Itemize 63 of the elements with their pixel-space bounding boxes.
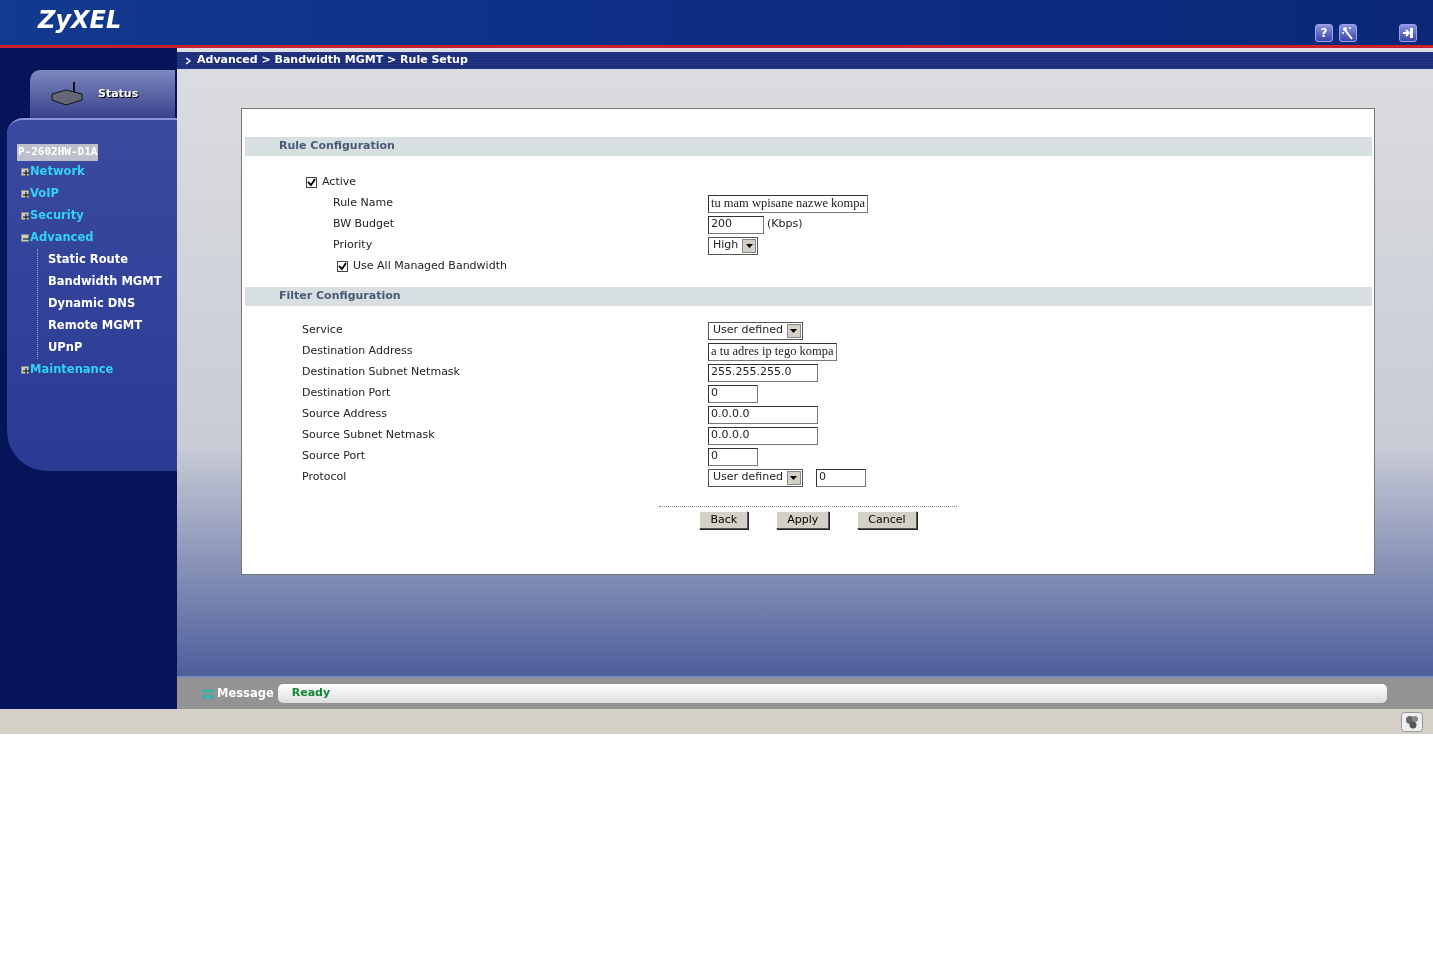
expand-icon[interactable] bbox=[21, 365, 29, 374]
wand-icon[interactable] bbox=[1339, 24, 1357, 42]
breadcrumb: Advanced > Bandwidth MGMT > Rule Setup bbox=[197, 52, 468, 69]
unit-label: (Kbps) bbox=[767, 216, 803, 233]
field-label: Source Port bbox=[301, 448, 367, 465]
expand-icon[interactable] bbox=[21, 167, 29, 176]
section-header: Filter Configuration bbox=[245, 287, 1372, 306]
field-label: Rule Name bbox=[332, 195, 394, 212]
submenu-item[interactable]: UPnP bbox=[48, 336, 177, 359]
caret-icon[interactable] bbox=[787, 470, 801, 485]
dropdown[interactable]: High bbox=[708, 236, 759, 255]
form-button[interactable]: Back bbox=[699, 511, 749, 529]
submenu-item[interactable]: Remote MGMT bbox=[48, 314, 177, 337]
message-label: Message bbox=[217, 684, 274, 702]
input-field[interactable]: 200 bbox=[708, 215, 764, 234]
help-icon[interactable]: ? bbox=[1315, 24, 1333, 42]
menu-item[interactable]: VoIP bbox=[30, 184, 59, 203]
expand-icon[interactable] bbox=[21, 211, 29, 220]
checkbox-label: Use All Managed Bandwidth bbox=[353, 258, 507, 275]
device-name: P-2602HW-D1A bbox=[17, 144, 99, 161]
input-field[interactable]: 0.0.0.0 bbox=[708, 405, 818, 424]
dots-icon bbox=[203, 688, 213, 699]
input-field[interactable]: 0.0.0.0 bbox=[708, 426, 818, 445]
field-label: Source Subnet Netmask bbox=[301, 427, 436, 444]
input-field[interactable]: 0 bbox=[816, 468, 866, 487]
submenu-item[interactable]: Static Route bbox=[48, 248, 177, 271]
caret-icon[interactable] bbox=[787, 323, 801, 338]
submenu-item[interactable]: Bandwidth MGMT bbox=[48, 270, 177, 293]
collapse-icon[interactable] bbox=[21, 233, 29, 242]
section-header: Rule Configuration bbox=[245, 137, 1372, 156]
input-field[interactable]: 255.255.255.0 bbox=[708, 363, 818, 382]
checkbox[interactable] bbox=[306, 177, 317, 188]
checkbox-label: Active bbox=[322, 174, 357, 191]
field-label: Source Address bbox=[301, 406, 389, 423]
status-tab[interactable]: Status bbox=[30, 70, 175, 118]
input-field[interactable]: tu mam wpisane nazwe kompa bbox=[708, 194, 869, 213]
field-label: Destination Address bbox=[301, 343, 414, 360]
menu-item[interactable]: Maintenance bbox=[30, 360, 114, 379]
dropdown[interactable]: User defined bbox=[708, 468, 803, 487]
dropdown[interactable]: User defined bbox=[708, 321, 803, 340]
field-label: Service bbox=[301, 322, 344, 339]
input-field[interactable]: 0 bbox=[708, 447, 758, 466]
input-field[interactable]: 0 bbox=[708, 384, 758, 403]
menu-item[interactable]: Advanced bbox=[30, 228, 94, 247]
network-icon[interactable] bbox=[1401, 711, 1423, 732]
field-label: Protocol bbox=[301, 469, 348, 486]
status-message: Ready bbox=[277, 684, 1387, 703]
field-label: Destination Subnet Netmask bbox=[301, 364, 461, 381]
menu-item[interactable]: Security bbox=[30, 206, 84, 225]
form-button[interactable]: Apply bbox=[776, 511, 830, 529]
logout-icon[interactable] bbox=[1399, 24, 1417, 42]
checkbox[interactable] bbox=[337, 261, 348, 272]
router-icon bbox=[50, 82, 84, 106]
field-label: BW Budget bbox=[332, 216, 396, 233]
logo: ZyXEL bbox=[36, 5, 123, 32]
field-label: Destination Port bbox=[301, 385, 392, 402]
field-label: Priority bbox=[332, 237, 374, 254]
caret-icon[interactable] bbox=[742, 238, 757, 253]
menu-item[interactable]: Network bbox=[30, 162, 85, 181]
form-button[interactable]: Cancel bbox=[857, 511, 917, 529]
submenu-item[interactable]: Dynamic DNS bbox=[48, 292, 177, 315]
expand-icon[interactable] bbox=[21, 189, 29, 198]
input-field[interactable]: a tu adres ip tego kompa bbox=[708, 342, 837, 361]
